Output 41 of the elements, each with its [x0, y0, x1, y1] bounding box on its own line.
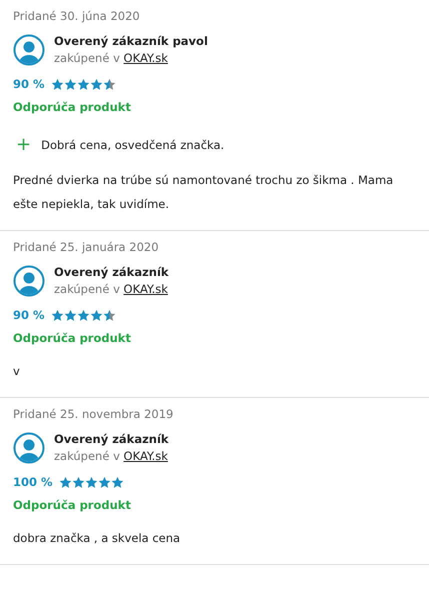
plus-icon: + — [16, 136, 32, 154]
reviewer-name: Overený zákazník — [54, 264, 169, 281]
review-text: v — [13, 363, 21, 380]
review-date: Pridané 25. januára 2020 — [13, 239, 160, 256]
star-icon — [102, 78, 116, 90]
star-icon — [102, 308, 116, 322]
reviewer-name: Overený zákazník pavol — [54, 33, 208, 50]
review-text: dobra značka , a skvela cena — [13, 530, 182, 547]
shop-link[interactable]: OKAY.sk — [124, 51, 168, 65]
rating-percent: 90 % — [13, 308, 45, 322]
star-icon — [110, 476, 124, 488]
purchase-source: zakúpené v OKAY.sk — [54, 50, 169, 67]
star-icon — [98, 476, 111, 488]
star-icon — [50, 308, 64, 322]
star-icon — [50, 78, 64, 90]
rating-percent: 90 % — [13, 77, 45, 91]
star-icon — [64, 308, 77, 322]
review-date: Pridané 25. novembra 2019 — [13, 406, 174, 423]
purchase-source: zakúpené v OKAY.sk — [54, 281, 169, 298]
rating-percent: 100 % — [13, 475, 53, 489]
user-avatar-icon — [13, 432, 45, 464]
shop-link[interactable]: OKAY.sk — [124, 449, 168, 463]
star-icon — [90, 78, 103, 90]
review-date: Pridané 30. júna 2020 — [13, 8, 141, 25]
star-icon — [72, 476, 85, 488]
star-icon — [58, 476, 72, 488]
star-icon — [84, 476, 98, 488]
star-icon — [90, 308, 103, 322]
recommend-label: Odporúča produkt — [13, 498, 132, 512]
star-icon — [76, 78, 90, 90]
star-icon — [64, 78, 77, 90]
recommend-label: Odporúča produkt — [13, 331, 132, 345]
user-avatar-icon — [13, 265, 45, 297]
reviewer-name: Overený zákazník — [54, 431, 169, 448]
pro-text: Dobrá cena, osvedčená značka. — [41, 138, 224, 152]
review-text: Predné dvierka na trúbe sú namontované trochu zo šikma . Mama ešte nepiekla, tak uvidíme. — [13, 172, 394, 213]
purchase-source: zakúpené v OKAY.sk — [54, 448, 169, 465]
shop-link[interactable]: OKAY.sk — [124, 282, 168, 296]
recommend-label: Odporúča produkt — [13, 100, 132, 114]
star-icon — [76, 308, 90, 322]
user-avatar-icon — [13, 34, 45, 66]
